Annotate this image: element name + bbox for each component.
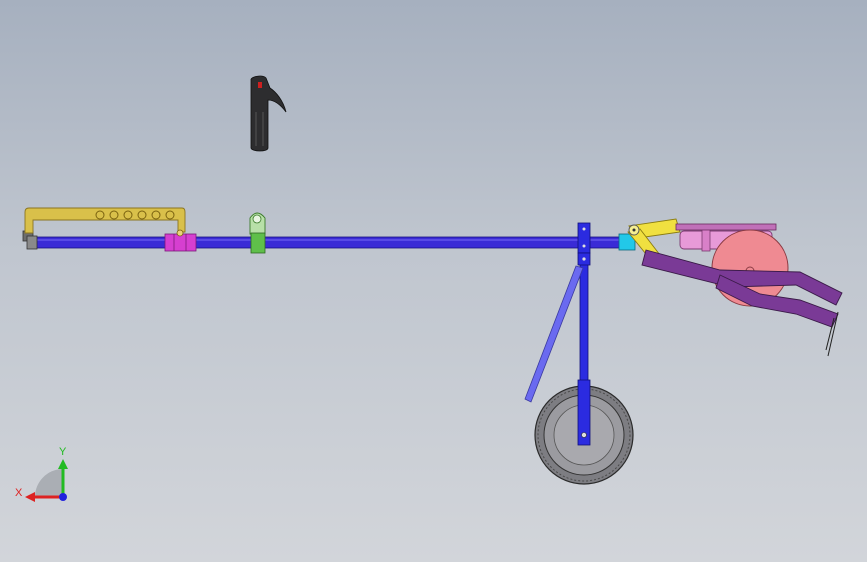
cylinder-top-bar [675,223,777,231]
grip-handle-part[interactable] [250,75,287,152]
end-cap-plug [26,235,38,250]
triad-x-arrow [25,492,35,502]
triad-y-arrow [58,459,68,469]
grip-trigger-red [258,82,262,88]
triad-x-label: X [15,487,23,499]
ground-wheel[interactable] [534,379,634,485]
triad-y-label: Y [59,446,67,458]
right-mechanism[interactable] [618,218,843,357]
strut-bolt [582,244,586,248]
strut-bolt [582,227,586,231]
link-pivot-dot [632,228,636,232]
diagonal-brace [524,265,584,403]
tube-end-cap[interactable] [22,230,38,250]
main-tube-body [29,236,631,249]
wheel-strut-assembly[interactable] [524,222,591,403]
handle-bracket[interactable] [24,207,186,234]
collar-body [164,233,197,252]
handle-bracket-body [24,207,186,234]
triad-z-origin [59,493,67,501]
strut-clamp-bolt [582,257,586,261]
collar-clamp[interactable] [164,229,197,252]
wheel-axle [581,432,587,438]
cylinder-band [701,228,711,252]
green-clamp-hole [252,214,262,224]
cad-model-scene[interactable]: Y X [0,0,867,562]
green-clamp[interactable] [249,212,266,254]
collar-pin [176,229,184,237]
triad-quadrant [35,469,63,497]
main-tube[interactable] [29,236,631,249]
green-clamp-base [250,232,266,254]
cad-viewport[interactable]: Y X [0,0,867,562]
orientation-triad[interactable]: Y X [15,446,68,502]
